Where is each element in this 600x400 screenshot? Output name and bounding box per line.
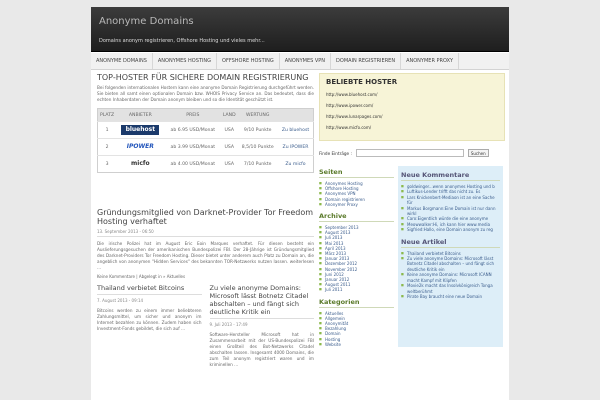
cell-preis: ab 3.99 USD/Monat: [164, 138, 222, 156]
kommentar-item[interactable]: Lars Knickenbert-Mediaon ist an eine Sac…: [401, 195, 500, 206]
cell-land: USA: [221, 138, 238, 156]
page-wrapper: Anonyme Domains Domains anonym registrie…: [91, 7, 509, 400]
artikel-item[interactable]: Movie2k macht das Insolvkönigreich Tonga…: [401, 283, 500, 294]
archive-item[interactable]: Juli 2011: [319, 287, 394, 292]
kommentare-heading: Neue Kommentare: [401, 171, 500, 181]
small-posts: Thailand verbietet Bitcoins 7. August 20…: [97, 284, 314, 368]
article-date: 13. September 2013 - 06:50: [97, 229, 314, 237]
cell-link: Zu micfo: [278, 155, 314, 173]
col-header: LAND: [221, 108, 238, 122]
table-row: 1 bluehost ab 6.95 USD/Monat USA 9/10 Pu…: [97, 121, 314, 139]
hoster-link[interactable]: Zu micfo: [285, 162, 305, 167]
cell-wertung: 9/10 Punkte: [237, 121, 279, 139]
table-row: 3 micfo ab 4.00 USD/Monat USA 7/10 Punkt…: [97, 155, 314, 173]
archive-list: September 2013 August 2013 Juli 2013 Mai…: [319, 225, 394, 293]
col-header: [278, 108, 314, 122]
micfo-logo[interactable]: micfo: [121, 159, 160, 169]
col-header: WERTUNG: [237, 108, 279, 122]
site-header: Anonyme Domains Domains anonym registrie…: [91, 7, 509, 52]
artikel-list: Thailand verbietet Bitcoins Zu viele ano…: [401, 251, 500, 300]
featured-link[interactable]: http://www.ipower.com/: [326, 103, 498, 108]
sidebar: BELIEBTE HOSTER http://www.bluehost.com/…: [319, 73, 505, 347]
article-footer[interactable]: Keine Kommentare | Abgelegt in » Aktuell…: [97, 274, 314, 279]
sidebar-columns: Seiten Anonymes Hosting Offshore Hosting…: [319, 166, 505, 347]
search-input[interactable]: [355, 149, 464, 157]
main-nav: ANONYME DOMAINS ANONYMES HOSTING OFFSHOR…: [91, 53, 509, 70]
table-row: 2 IPOWER ab 3.99 USD/Monat USA 8,5/10 Pu…: [97, 138, 314, 156]
nav-offshore-hosting[interactable]: OFFSHORE HOSTING: [217, 53, 280, 69]
bluehost-logo[interactable]: bluehost: [121, 125, 160, 135]
hoster-intro: Bei folgenden internationalen Hostern ka…: [97, 85, 314, 102]
seiten-heading: Seiten: [319, 168, 394, 178]
hoster-table: PLATZ ANBIETER PREIS LAND WERTUNG 1 blue…: [97, 108, 314, 173]
artikel-item[interactable]: Keine anonyme Domains: Microsoft ICANN m…: [401, 272, 500, 283]
nav-anonyme-domains[interactable]: ANONYME DOMAINS: [91, 53, 153, 69]
site-title[interactable]: Anonyme Domains: [99, 16, 194, 27]
featured-title: BELIEBTE HOSTER: [326, 78, 398, 86]
small-post-date: 9. Juli 2013 - 17:49: [209, 322, 248, 327]
nav-anonymes-hosting[interactable]: ANONYMES HOSTING: [153, 53, 218, 69]
article-title[interactable]: Gründungsmitglied von Darknet-Provider T…: [97, 208, 314, 226]
hoster-link[interactable]: Zu bluehost: [282, 128, 309, 133]
artikel-item[interactable]: Zu viele anonyme Domains: Microsoft läss…: [401, 256, 500, 272]
table-header-row: PLATZ ANBIETER PREIS LAND WERTUNG: [97, 108, 314, 122]
cell-preis: ab 4.00 USD/Monat: [164, 155, 222, 173]
featured-link[interactable]: http://www.lunarpages.com/: [326, 114, 498, 119]
cell-platz: 2: [97, 138, 117, 156]
cell-platz: 1: [97, 121, 117, 139]
cell-land: USA: [221, 121, 238, 139]
cell-anbieter: micfo: [116, 155, 165, 173]
kategorien-list: Aktuelles Allgemein Anonymität Bezahlung…: [319, 311, 394, 348]
small-post-body: Software-Hersteller Microsoft hat in Zus…: [209, 332, 315, 367]
archive-heading: Archive: [319, 212, 394, 223]
artikel-item[interactable]: Pirate Bay braucht eine neue Domain: [401, 294, 500, 300]
seiten-list: Anonymes Hosting Offshore Hosting Anonym…: [319, 181, 394, 207]
sidebar-left: Seiten Anonymes Hosting Offshore Hosting…: [319, 166, 394, 347]
sidebar-right: Neue Kommentare goldwinger...wenn anonym…: [398, 166, 503, 348]
hoster-link[interactable]: Zu IPOWER: [283, 145, 309, 150]
ipower-logo[interactable]: IPOWER: [121, 142, 160, 152]
kommentare-list: goldwinger...wenn anonymes Hosting und b…: [401, 184, 500, 233]
cell-anbieter: bluehost: [116, 121, 165, 139]
cell-wertung: 8,5/10 Punkte: [237, 138, 279, 156]
seiten-item[interactable]: Anonymer Proxy: [319, 202, 394, 207]
cell-link: Zu bluehost: [278, 121, 314, 139]
site-description: Domains anonym registrieren, Offshore Ho…: [99, 38, 265, 44]
search-button[interactable]: Suchen: [467, 149, 489, 157]
kommentar-item[interactable]: Sigfried:Hallo, eine Domain anonym zu re…: [401, 227, 500, 233]
small-post: Zu viele anonyme Domains: Microsoft läss…: [209, 284, 315, 368]
search-bar: Finde Einträge : Suchen: [319, 148, 505, 158]
featured-link[interactable]: http://www.micfo.com/: [326, 125, 498, 130]
cell-preis: ab 6.95 USD/Monat: [164, 121, 222, 139]
small-post-title[interactable]: Zu viele anonyme Domains: Microsoft läss…: [209, 284, 314, 319]
small-post: Thailand verbietet Bitcoins 7. August 20…: [97, 284, 202, 368]
small-post-body: Bitcoins werden zu einem immer beliebter…: [97, 308, 202, 331]
kategorien-heading: Kategorien: [319, 298, 394, 308]
hoster-title: TOP-HOSTER FÜR SICHERE DOMAIN REGISTRIER…: [97, 73, 309, 82]
search-label: Finde Einträge :: [319, 150, 352, 156]
cell-anbieter: IPOWER: [116, 138, 165, 156]
col-header: ANBIETER: [116, 108, 165, 122]
small-post-title[interactable]: Thailand verbietet Bitcoins: [97, 284, 202, 295]
article-body: Die irische Polizei hat im August Eric E…: [97, 241, 314, 270]
kategorien-item[interactable]: Website: [319, 342, 394, 347]
nav-domain-registrieren[interactable]: DOMAIN REGISTRIEREN: [331, 53, 402, 69]
cell-platz: 3: [97, 155, 117, 173]
main-content: TOP-HOSTER FÜR SICHERE DOMAIN REGISTRIER…: [97, 73, 314, 368]
kommentar-item[interactable]: Markus Borgmann:Eine Domain ist nur dann…: [401, 206, 500, 217]
artikel-heading: Neue Artikel: [401, 238, 500, 248]
featured-link[interactable]: http://www.bluehost.com/: [326, 92, 498, 97]
cell-land: USA: [221, 155, 238, 173]
small-post-date: 7. August 2013 - 09:14: [97, 298, 144, 303]
cell-wertung: 7/10 Punkte: [237, 155, 279, 173]
col-header: PLATZ: [97, 108, 117, 122]
cell-link: Zu IPOWER: [278, 138, 314, 156]
nav-anonymer-proxy[interactable]: ANONYMER PROXY: [401, 53, 460, 69]
nav-anonymes-vpn[interactable]: ANONYMES VPN: [280, 53, 332, 69]
featured-box: BELIEBTE HOSTER http://www.bluehost.com/…: [319, 73, 505, 141]
col-header: PREIS: [164, 108, 222, 122]
